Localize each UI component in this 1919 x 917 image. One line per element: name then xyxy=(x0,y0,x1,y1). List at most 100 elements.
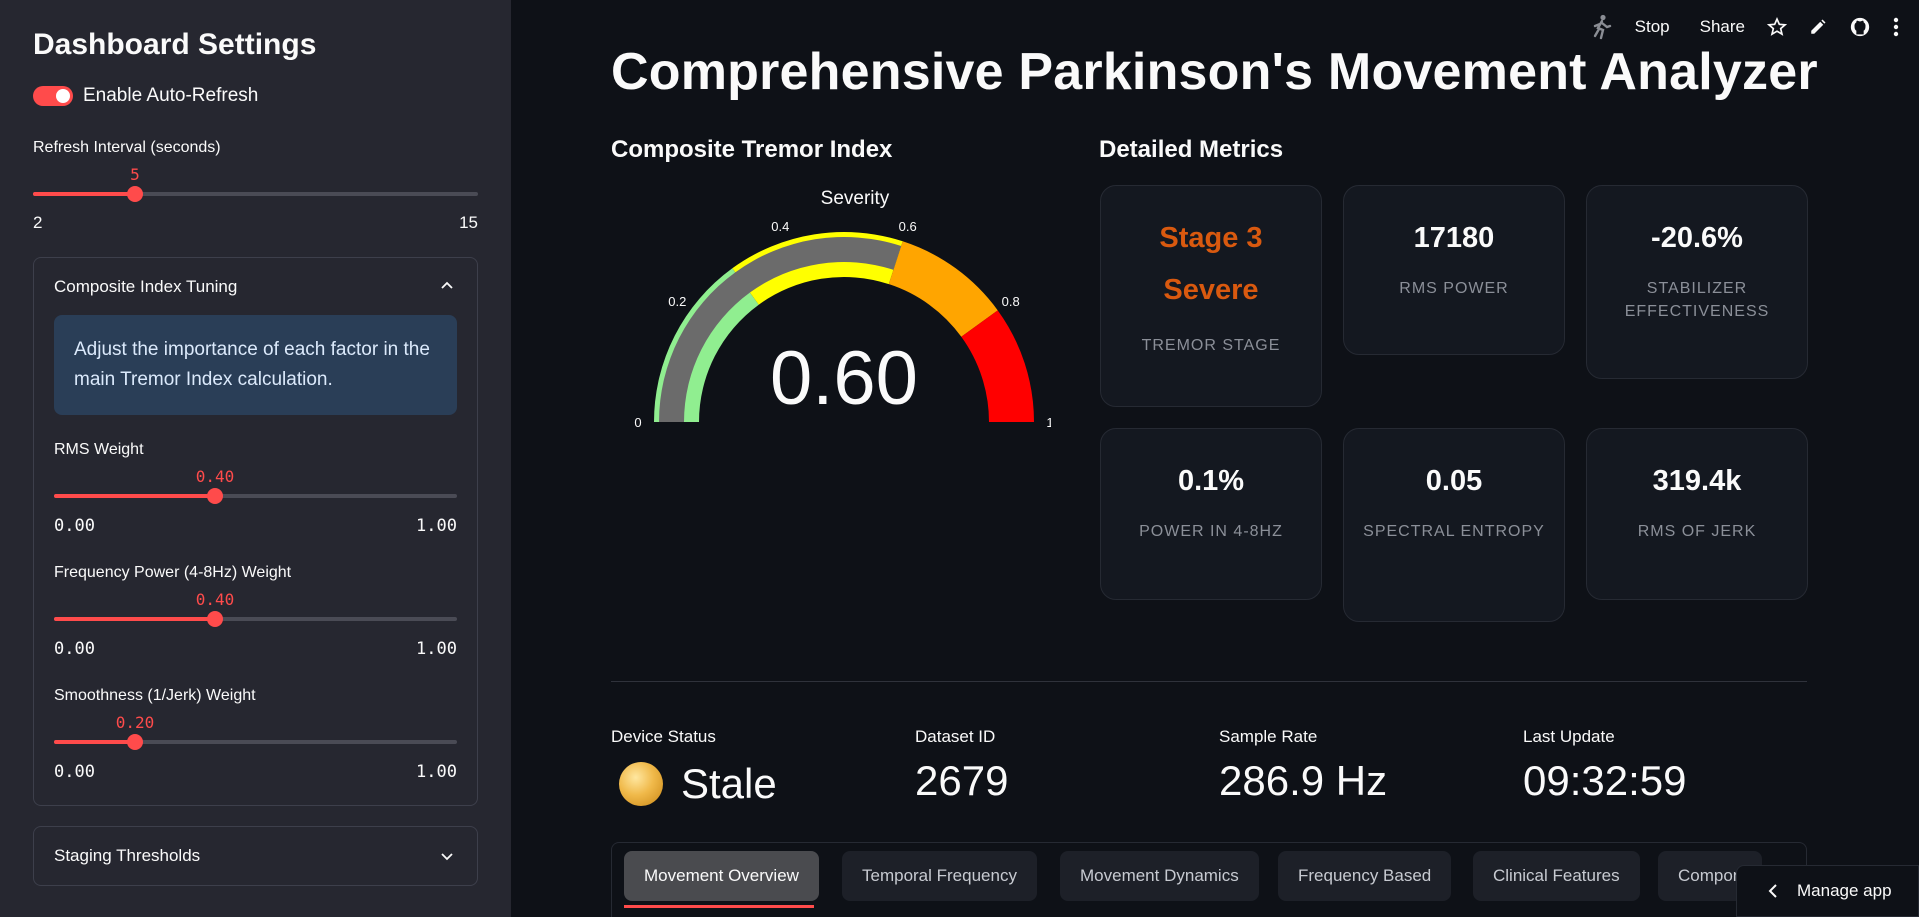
freq-weight-max: 1.00 xyxy=(416,639,457,659)
running-man-icon xyxy=(1589,14,1613,40)
refresh-interval-slider: Refresh Interval (seconds) 5 2 15 xyxy=(33,139,478,239)
last-update-value: 09:32:59 xyxy=(1523,757,1687,804)
rms-jerk-label: RMS OF JERK xyxy=(1637,523,1757,540)
power-band-value: 0.1% xyxy=(1177,465,1245,497)
rms-weight-track[interactable] xyxy=(54,488,457,504)
gauge-tick-label: 0.4 xyxy=(771,219,789,234)
tremor-gauge: 0 0.2 0.4 0.6 0.8 1 Severity 0.60 xyxy=(631,180,1053,440)
refresh-interval-track[interactable] xyxy=(33,186,478,202)
stabilizer-label-line2: EFFECTIVENESS xyxy=(1624,303,1770,320)
github-icon[interactable] xyxy=(1849,16,1871,38)
rms-weight-slider: RMS Weight 0.40 0.00 1.00 xyxy=(54,441,457,536)
spectral-entropy-label: SPECTRAL ENTROPY xyxy=(1363,523,1545,540)
spectral-entropy-value: 0.05 xyxy=(1425,465,1483,497)
freq-weight-label: Frequency Power (4-8Hz) Weight xyxy=(54,564,292,581)
staging-thresholds-header[interactable]: Staging Thresholds xyxy=(54,846,200,866)
tab-movement-overview[interactable]: Movement Overview xyxy=(624,851,819,901)
stabilizer-value: -20.6% xyxy=(1651,222,1743,254)
edit-pencil-icon[interactable] xyxy=(1809,18,1827,36)
tabs-bar: Movement Overview Temporal Frequency Mov… xyxy=(611,842,1807,917)
rms-weight-max: 1.00 xyxy=(416,516,457,536)
freq-weight-value: 0.40 xyxy=(195,590,235,609)
gauge-tick-label: 0.6 xyxy=(899,219,917,234)
auto-refresh-toggle-row[interactable]: Enable Auto-Refresh xyxy=(33,85,258,107)
smoothness-weight-fill xyxy=(54,740,135,744)
composite-index-expander: Composite Index Tuning Adjust the import… xyxy=(33,257,478,806)
composite-index-expander-header[interactable]: Composite Index Tuning xyxy=(54,277,237,297)
smoothness-weight-min: 0.00 xyxy=(54,762,95,782)
metric-card-power-band: 0.1% POWER IN 4-8HZ xyxy=(1100,428,1322,600)
smoothness-weight-slider: Smoothness (1/Jerk) Weight 0.20 0.00 1.0… xyxy=(54,687,457,782)
composite-info-box: Adjust the importance of each factor in … xyxy=(54,315,457,415)
smoothness-weight-thumb[interactable] xyxy=(127,734,143,750)
sidebar-title: Dashboard Settings xyxy=(33,28,317,61)
power-band-label: POWER IN 4-8HZ xyxy=(1139,523,1283,540)
tremor-stage-severity: Severe xyxy=(1163,274,1259,306)
gauge-section-title: Composite Tremor Index xyxy=(611,136,893,163)
smoothness-weight-max: 1.00 xyxy=(416,762,457,782)
manage-app-label: Manage app xyxy=(1797,881,1892,900)
status-orb-icon xyxy=(619,761,663,806)
refresh-interval-min: 2 xyxy=(33,213,43,232)
rms-power-value: 17180 xyxy=(1413,222,1495,254)
chevron-down-icon[interactable] xyxy=(439,848,455,864)
sample-rate: Sample Rate 286.9 Hz xyxy=(1219,727,1387,805)
smoothness-weight-track[interactable] xyxy=(54,734,457,750)
tab-frequency-based[interactable]: Frequency Based xyxy=(1278,851,1452,901)
freq-weight-track[interactable] xyxy=(54,611,457,627)
metric-card-spectral-entropy: 0.05 SPECTRAL ENTROPY xyxy=(1343,428,1565,622)
smoothness-weight-label: Smoothness (1/Jerk) Weight xyxy=(54,687,256,704)
metric-card-tremor-stage: Stage 3 Severe TREMOR STAGE xyxy=(1100,185,1322,407)
sample-rate-label: Sample Rate xyxy=(1219,727,1318,746)
tab-movement-dynamics[interactable]: Movement Dynamics xyxy=(1060,851,1259,901)
rms-power-label: RMS POWER xyxy=(1399,280,1509,297)
rms-weight-min: 0.00 xyxy=(54,516,95,536)
device-status: Device Status Stale xyxy=(611,727,777,808)
metric-card-rms-power: 17180 RMS POWER xyxy=(1343,185,1565,355)
last-update-label: Last Update xyxy=(1523,727,1615,746)
device-status-value: Stale xyxy=(681,759,777,807)
rms-weight-label: RMS Weight xyxy=(54,441,144,458)
share-button[interactable]: Share xyxy=(1700,17,1745,37)
metric-card-rms-jerk: 319.4k RMS OF JERK xyxy=(1586,428,1808,600)
rms-jerk-value: 319.4k xyxy=(1652,465,1742,497)
gauge-title: Severity xyxy=(821,188,890,209)
sample-rate-value: 286.9 Hz xyxy=(1219,757,1388,804)
more-menu-icon[interactable] xyxy=(1893,17,1899,37)
main-content: Stop Share Comprehensive Parkinson's Mov… xyxy=(511,0,1919,917)
page-title: Comprehensive Parkinson's Movement Analy… xyxy=(611,43,1818,101)
refresh-interval-thumb[interactable] xyxy=(127,186,143,202)
freq-weight-fill xyxy=(54,617,215,621)
smoothness-weight-value: 0.20 xyxy=(115,713,155,732)
manage-app-button[interactable]: Manage app xyxy=(1736,865,1919,917)
stop-button[interactable]: Stop xyxy=(1635,17,1670,37)
last-update: Last Update 09:32:59 xyxy=(1523,727,1687,805)
dataset-id: Dataset ID 2679 xyxy=(915,727,1008,805)
tremor-stage-label: TREMOR STAGE xyxy=(1141,337,1281,354)
gauge-tick-label: 0 xyxy=(634,415,641,430)
tremor-stage-value: Stage 3 xyxy=(1159,222,1263,254)
freq-weight-min: 0.00 xyxy=(54,639,95,659)
device-status-label: Device Status xyxy=(611,727,716,746)
refresh-interval-label: Refresh Interval (seconds) xyxy=(33,139,221,156)
auto-refresh-toggle[interactable] xyxy=(33,86,73,106)
gauge-tick-label: 0.2 xyxy=(668,294,686,309)
star-icon[interactable] xyxy=(1767,17,1787,37)
tab-temporal-frequency[interactable]: Temporal Frequency xyxy=(842,851,1037,901)
chevron-up-icon[interactable] xyxy=(439,278,455,294)
rms-weight-fill xyxy=(54,494,215,498)
tab-clinical-features[interactable]: Clinical Features xyxy=(1473,851,1640,901)
stabilizer-label-line1: STABILIZER xyxy=(1646,280,1748,297)
dataset-id-label: Dataset ID xyxy=(915,727,996,746)
freq-weight-thumb[interactable] xyxy=(207,611,223,627)
refresh-interval-value: 5 xyxy=(130,165,140,184)
sidebar: Dashboard Settings Enable Auto-Refresh R… xyxy=(0,0,511,917)
rms-weight-value: 0.40 xyxy=(195,467,235,486)
refresh-interval-fill xyxy=(33,192,135,196)
rms-weight-thumb[interactable] xyxy=(207,488,223,504)
active-tab-indicator xyxy=(624,905,814,908)
dataset-id-value: 2679 xyxy=(915,757,1009,804)
auto-refresh-label: Enable Auto-Refresh xyxy=(83,85,259,106)
top-toolbar: Stop Share xyxy=(1589,14,1899,40)
staging-thresholds-expander[interactable]: Staging Thresholds xyxy=(33,826,478,886)
